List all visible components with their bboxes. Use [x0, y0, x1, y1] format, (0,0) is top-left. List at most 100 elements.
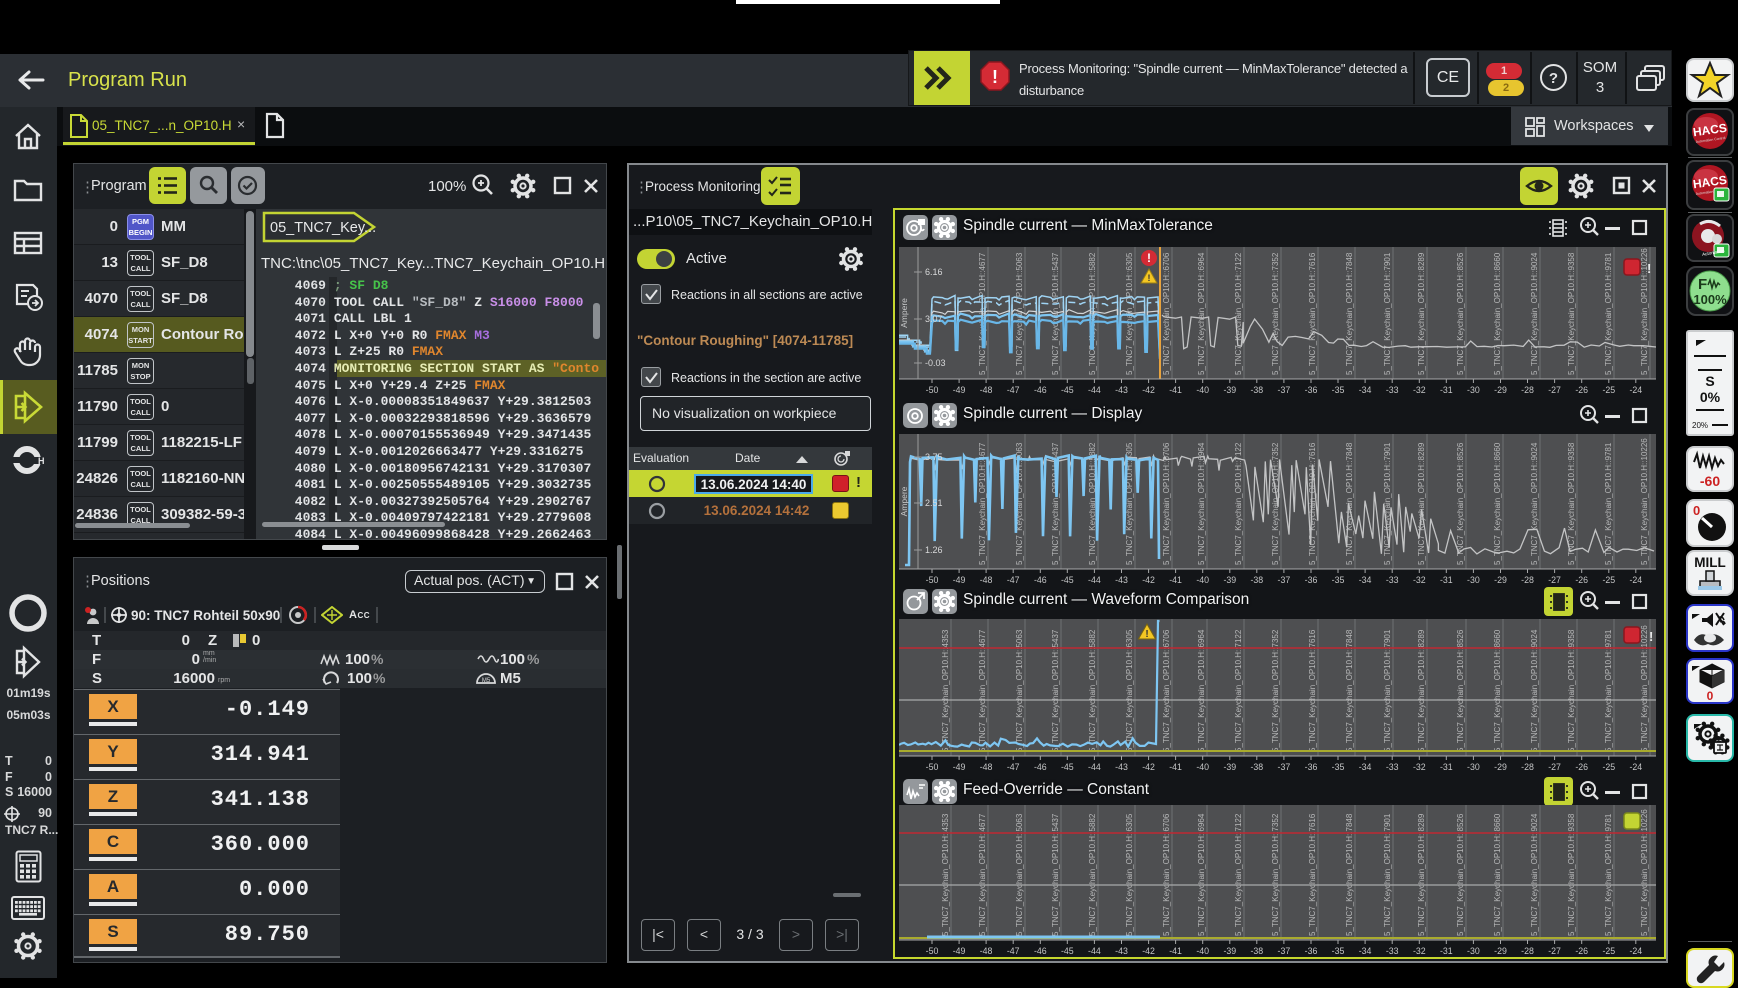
- svg-text:3.75: 3.75: [925, 452, 943, 462]
- svg-text:-60: -60: [1700, 473, 1720, 489]
- svg-text:-47: -47: [1007, 385, 1020, 395]
- svg-text:-24: -24: [1629, 946, 1642, 956]
- svg-text:-41: -41: [1169, 575, 1182, 585]
- svg-text:5_TNC7_Keychain_OP10.H::9024: 5_TNC7_Keychain_OP10.H::9024: [1530, 252, 1539, 375]
- svg-text:5_TNC7_Keychain_OP10.H::7901: 5_TNC7_Keychain_OP10.H::7901: [1383, 813, 1392, 936]
- svg-text:-50: -50: [926, 762, 939, 772]
- svg-text:5_TNC7_Keychain_OP10.H::7848: 5_TNC7_Keychain_OP10.H::7848: [1345, 813, 1354, 936]
- svg-text:-30: -30: [1467, 946, 1480, 956]
- svg-text:5_TNC7_Keychain_OP10.H::5437: 5_TNC7_Keychain_OP10.H::5437: [1051, 813, 1060, 936]
- svg-text:S: S: [1705, 373, 1714, 389]
- svg-text:-44: -44: [1088, 946, 1101, 956]
- svg-text:5_TNC7_Keychain_OP10.H::8289: 5_TNC7_Keychain_OP10.H::8289: [1417, 813, 1426, 936]
- svg-text:5_TNC7_Keychain_OP10.H::6964: 5_TNC7_Keychain_OP10.H::6964: [1197, 813, 1206, 936]
- svg-text:-26: -26: [1575, 946, 1588, 956]
- svg-text:-40: -40: [1196, 575, 1209, 585]
- svg-text:-45: -45: [1061, 762, 1074, 772]
- svg-text:-49: -49: [953, 946, 966, 956]
- svg-text:-28: -28: [1521, 762, 1534, 772]
- svg-text:5_TNC7_Keychain_OP10.H::4677: 5_TNC7_Keychain_OP10.H::4677: [978, 442, 987, 565]
- svg-text:-25: -25: [1602, 762, 1615, 772]
- svg-text:-34: -34: [1359, 946, 1372, 956]
- svg-text:5_TNC7_Keychain_OP10.H::9781: 5_TNC7_Keychain_OP10.H::9781: [1604, 813, 1613, 936]
- svg-text:-31: -31: [1440, 575, 1453, 585]
- svg-text:5_TNC7_Keychain_OP10.H::6964: 5_TNC7_Keychain_OP10.H::6964: [1197, 252, 1206, 375]
- svg-text:5_TNC7_Keychain_OP10.H::8289: 5_TNC7_Keychain_OP10.H::8289: [1417, 442, 1426, 565]
- svg-text:-27: -27: [1548, 575, 1561, 585]
- svg-text:20%: 20%: [1692, 421, 1708, 430]
- svg-text:-42: -42: [1142, 762, 1155, 772]
- svg-text:-48: -48: [980, 575, 993, 585]
- svg-text:5_TNC7_Keychain_OP10.H::7616: 5_TNC7_Keychain_OP10.H::7616: [1308, 252, 1317, 375]
- svg-text:-40: -40: [1196, 762, 1209, 772]
- svg-text:-42: -42: [1142, 946, 1155, 956]
- svg-text:!: !: [1147, 251, 1151, 265]
- svg-text:-49: -49: [953, 762, 966, 772]
- svg-text:-30: -30: [1467, 762, 1480, 772]
- svg-text:-34: -34: [1359, 575, 1372, 585]
- svg-text:-50: -50: [926, 946, 939, 956]
- svg-text:5_TNC7_Keychain_OP10.H::9024: 5_TNC7_Keychain_OP10.H::9024: [1530, 442, 1539, 565]
- svg-text:5_TNC7_Keychain_OP10.H::8660: 5_TNC7_Keychain_OP10.H::8660: [1493, 252, 1502, 375]
- svg-text:-28: -28: [1521, 946, 1534, 956]
- svg-text:05_TNC7_Key...: 05_TNC7_Key...: [270, 220, 376, 236]
- svg-text:-33: -33: [1386, 575, 1399, 585]
- svg-text:5_TNC7_Keychain_OP10.H::7352: 5_TNC7_Keychain_OP10.H::7352: [1271, 813, 1280, 936]
- svg-text:5_TNC7_Keychain_OP10.H::6305: 5_TNC7_Keychain_OP10.H::6305: [1125, 813, 1134, 936]
- svg-text:5_TNC7_Keychain_OP10.H::7901: 5_TNC7_Keychain_OP10.H::7901: [1383, 252, 1392, 375]
- svg-text:3.07: 3.07: [925, 314, 943, 324]
- svg-text:!: !: [992, 67, 998, 87]
- svg-text:0: 0: [1693, 503, 1700, 518]
- svg-text:-43: -43: [1115, 762, 1128, 772]
- svg-text:-28: -28: [1521, 575, 1534, 585]
- svg-text:-25: -25: [1602, 946, 1615, 956]
- svg-text:-43: -43: [1115, 946, 1128, 956]
- svg-text:-33: -33: [1386, 762, 1399, 772]
- svg-text:-37: -37: [1278, 762, 1291, 772]
- svg-text:5_TNC7_Keychain_OP10.H::6706: 5_TNC7_Keychain_OP10.H::6706: [1162, 252, 1171, 375]
- svg-text:5_TNC7_Keychain_OP10.H::9781: 5_TNC7_Keychain_OP10.H::9781: [1604, 442, 1613, 565]
- svg-text:5_TNC7_Keychain_OP10.H::10226: 5_TNC7_Keychain_OP10.H::10226: [1640, 438, 1649, 565]
- svg-text:-44: -44: [1088, 762, 1101, 772]
- svg-text:-48: -48: [980, 385, 993, 395]
- svg-text:Ampere: Ampere: [899, 298, 909, 328]
- svg-text:5_TNC7_Keychain_OP10.H::8526: 5_TNC7_Keychain_OP10.H::8526: [1456, 442, 1465, 565]
- svg-text:-32: -32: [1413, 385, 1426, 395]
- svg-text:-33: -33: [1386, 385, 1399, 395]
- svg-text:5_TNC7_Keychain_OP10.H::9358: 5_TNC7_Keychain_OP10.H::9358: [1567, 813, 1576, 936]
- svg-text:-38: -38: [1250, 762, 1263, 772]
- svg-text:-25: -25: [1602, 385, 1615, 395]
- svg-text:-42: -42: [1142, 575, 1155, 585]
- svg-text:-38: -38: [1250, 385, 1263, 395]
- svg-text:-39: -39: [1223, 385, 1236, 395]
- svg-text:-26: -26: [1575, 575, 1588, 585]
- svg-text:-24: -24: [1629, 762, 1642, 772]
- svg-text:M5: M5: [482, 678, 491, 684]
- svg-text:-29: -29: [1494, 762, 1507, 772]
- svg-text:!: !: [1148, 273, 1151, 283]
- svg-text:0%: 0%: [1700, 389, 1721, 405]
- svg-text:5_TNC7_Keychain_OP10.H::7901: 5_TNC7_Keychain_OP10.H::7901: [1383, 442, 1392, 565]
- svg-text:5_TNC7_Keychain_OP10.H::7122: 5_TNC7_Keychain_OP10.H::7122: [1234, 252, 1243, 375]
- svg-text:100%: 100%: [1693, 292, 1727, 307]
- svg-text:!: !: [1649, 629, 1653, 644]
- svg-text:-32: -32: [1413, 946, 1426, 956]
- svg-text:-24: -24: [1629, 385, 1642, 395]
- svg-text:5_TNC7_Keychain_OP10.H::8526: 5_TNC7_Keychain_OP10.H::8526: [1456, 813, 1465, 936]
- svg-text:-34: -34: [1359, 762, 1372, 772]
- svg-text:5_TNC7_Keychain_OP10.H::8660: 5_TNC7_Keychain_OP10.H::8660: [1493, 813, 1502, 936]
- svg-text:!: !: [1145, 629, 1148, 640]
- svg-text:-38: -38: [1250, 575, 1263, 585]
- svg-text:-45: -45: [1061, 946, 1074, 956]
- svg-text:MILL: MILL: [1694, 555, 1726, 570]
- svg-text:-24: -24: [1629, 575, 1642, 585]
- svg-text:-29: -29: [1494, 946, 1507, 956]
- svg-text:-47: -47: [1007, 946, 1020, 956]
- svg-text:-36: -36: [1305, 946, 1318, 956]
- svg-text:-48: -48: [980, 762, 993, 772]
- svg-text:-41: -41: [1169, 946, 1182, 956]
- svg-text:-39: -39: [1223, 946, 1236, 956]
- svg-text:F: F: [1698, 276, 1707, 293]
- svg-text:-44: -44: [1088, 575, 1101, 585]
- svg-text:1.26: 1.26: [925, 545, 943, 555]
